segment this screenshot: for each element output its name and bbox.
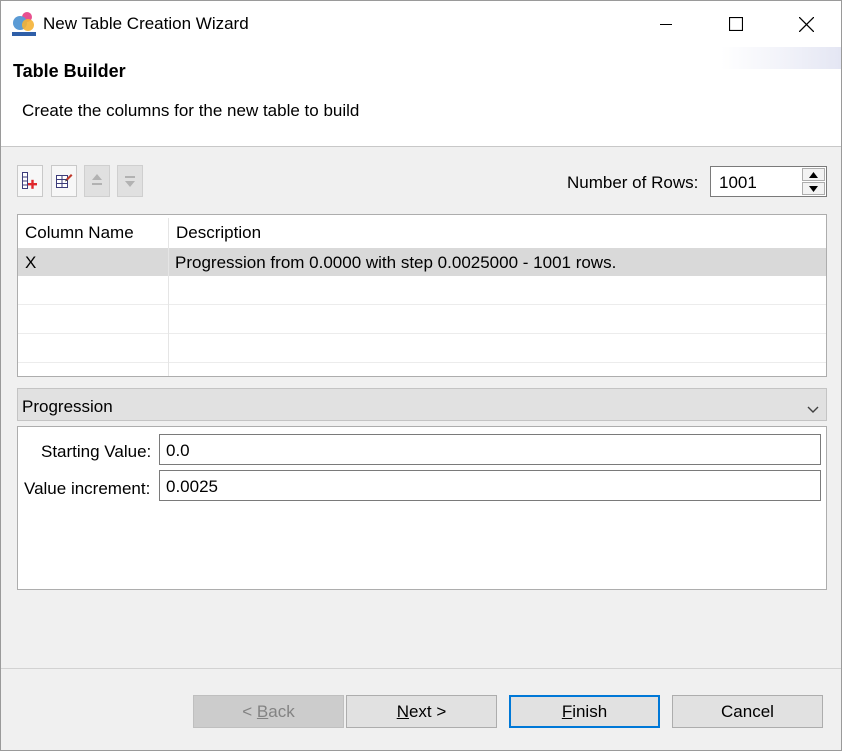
header-decoration	[721, 47, 841, 69]
value-increment-input[interactable]: 0.0025	[159, 470, 821, 501]
wizard-header: Table Builder Create the columns for the…	[1, 47, 841, 147]
starting-value-text: 0.0	[166, 441, 190, 460]
move-down-button[interactable]	[117, 165, 143, 197]
generator-type-value: Progression	[22, 397, 113, 416]
generator-properties-panel: Starting Value: 0.0 Value increment: 0.0…	[17, 426, 827, 590]
chevron-down-icon	[807, 399, 819, 419]
cell-column-name: X	[25, 253, 37, 272]
back-button-mnemonic: B	[256, 701, 269, 721]
row-divider	[18, 304, 826, 305]
cancel-button-label: Cancel	[721, 701, 774, 721]
row-divider	[18, 362, 826, 363]
cancel-button[interactable]: Cancel	[672, 695, 823, 728]
value-increment-label: Value increment:	[24, 479, 151, 498]
column-divider	[168, 218, 169, 376]
next-button-label: ext >	[408, 701, 447, 721]
page-title: Table Builder	[13, 61, 126, 81]
edit-column-icon	[56, 174, 73, 188]
cell-description: Progression from 0.0000 with step 0.0025…	[175, 253, 617, 272]
maximize-icon	[729, 17, 743, 31]
number-of-rows-label: Number of Rows:	[567, 173, 699, 192]
spinner-down-icon	[809, 185, 818, 192]
next-button[interactable]: Next >	[346, 695, 497, 728]
value-increment-text: 0.0025	[166, 477, 218, 496]
spinner-up-button[interactable]	[802, 168, 825, 181]
wizard-window: New Table Creation Wizard Table Builder …	[0, 0, 842, 751]
close-button[interactable]	[771, 1, 841, 47]
maximize-button[interactable]	[701, 1, 771, 47]
footer-divider	[1, 668, 841, 669]
app-logo-icon	[12, 11, 36, 37]
column-header-name[interactable]: Column Name	[18, 215, 169, 248]
minimize-button[interactable]	[631, 1, 701, 47]
title-bar[interactable]: New Table Creation Wizard	[1, 1, 841, 47]
back-button-label: ack	[268, 701, 295, 721]
row-divider	[18, 333, 826, 334]
move-up-icon	[92, 174, 102, 185]
generator-type-dropdown[interactable]: Progression	[17, 388, 827, 421]
close-icon	[798, 16, 814, 32]
move-down-icon	[125, 176, 135, 187]
starting-value-input[interactable]: 0.0	[159, 434, 821, 465]
number-of-rows-spinner[interactable]: 1001	[710, 166, 827, 197]
window-title: New Table Creation Wizard	[43, 14, 249, 33]
edit-column-button[interactable]	[51, 165, 77, 197]
starting-value-label: Starting Value:	[41, 442, 152, 461]
finish-button-label: inish	[572, 701, 608, 721]
column-header-description[interactable]: Description	[169, 215, 826, 248]
spinner-down-button[interactable]	[802, 182, 825, 195]
finish-button[interactable]: Finish	[509, 695, 660, 728]
minimize-icon	[660, 24, 672, 25]
page-subtitle: Create the columns for the new table to …	[22, 101, 360, 120]
finish-button-mnemonic: F	[561, 701, 573, 721]
move-up-button[interactable]	[84, 165, 110, 197]
back-button[interactable]: < Back	[193, 695, 344, 728]
columns-table[interactable]: Column Name Description X Progression fr…	[17, 214, 827, 377]
spinner-up-icon	[809, 171, 818, 178]
next-button-mnemonic: N	[396, 701, 409, 721]
back-button-prefix: <	[242, 701, 257, 721]
number-of-rows-value[interactable]: 1001	[719, 173, 757, 193]
table-row[interactable]: X Progression from 0.0000 with step 0.00…	[18, 248, 826, 276]
add-column-button[interactable]	[17, 165, 43, 197]
add-column-icon	[22, 172, 37, 189]
